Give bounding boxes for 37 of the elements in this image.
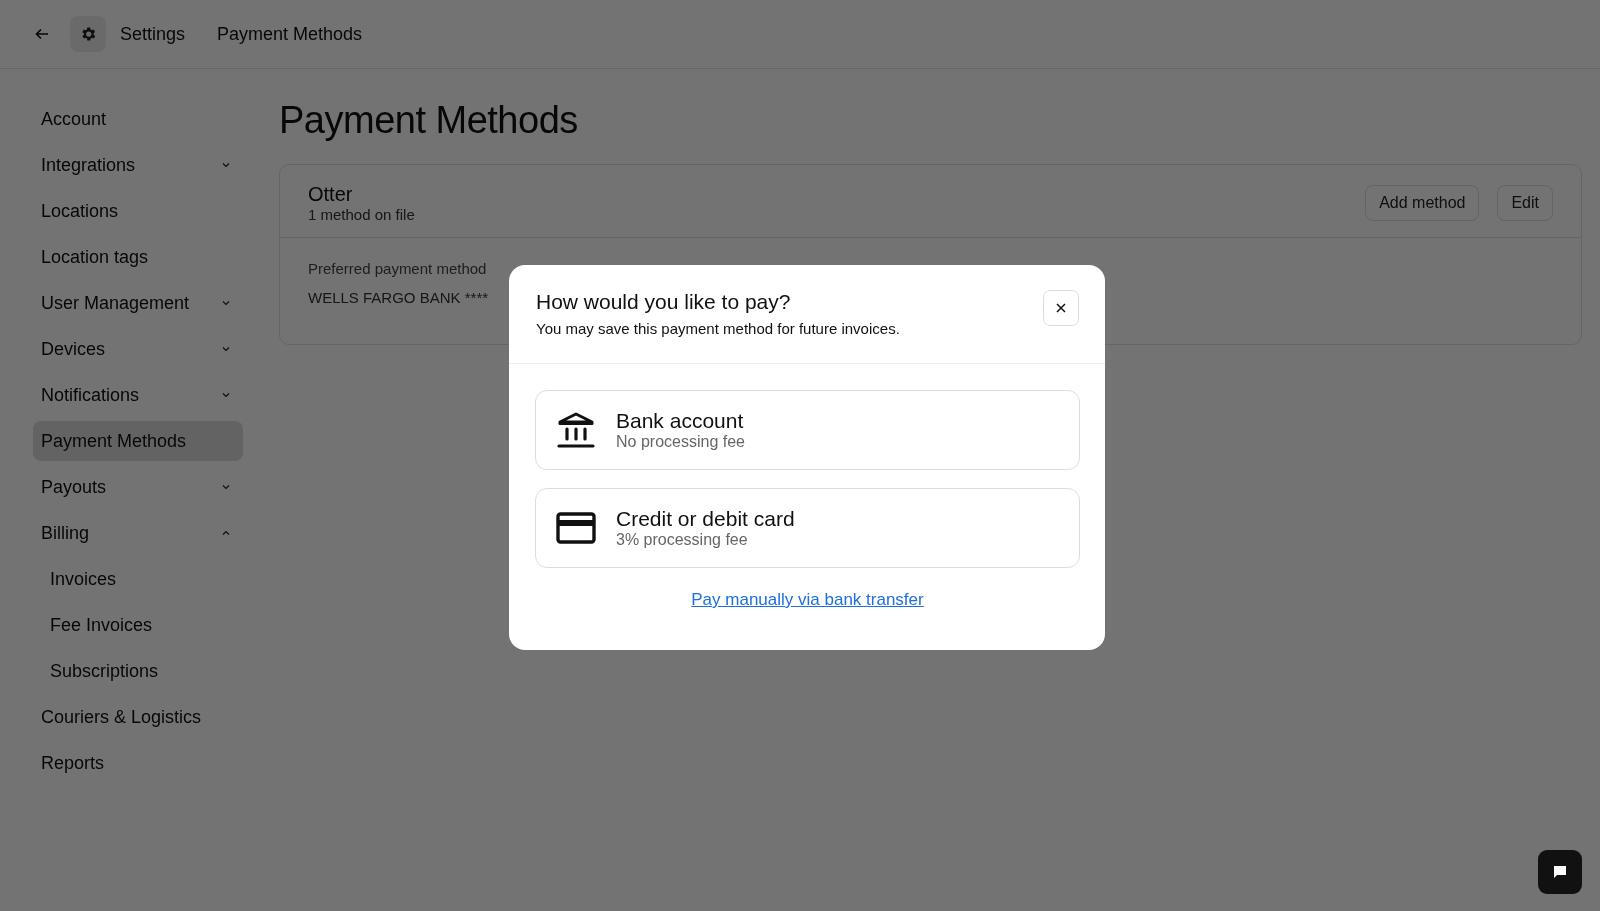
payment-option[interactable]: Bank account No processing fee: [535, 390, 1080, 470]
sidebar-subitem[interactable]: Invoices: [33, 559, 243, 599]
sidebar-item[interactable]: Location tags: [33, 237, 243, 277]
sidebar-item[interactable]: Notifications: [33, 375, 243, 415]
close-button[interactable]: [1043, 290, 1079, 326]
sidebar-item[interactable]: Integrations: [33, 145, 243, 185]
payment-option[interactable]: Credit or debit card 3% processing fee: [535, 488, 1080, 568]
credit-card-icon: [556, 511, 596, 545]
close-icon: [1055, 302, 1067, 314]
sidebar-subitem[interactable]: Fee Invoices: [33, 605, 243, 645]
bank-icon: [556, 411, 596, 449]
sidebar-item[interactable]: Payouts: [33, 467, 243, 507]
sidebar-subitem[interactable]: Subscriptions: [33, 651, 243, 691]
chat-button[interactable]: [1538, 850, 1582, 894]
preferred-value: WELLS FARGO BANK ****: [308, 289, 489, 306]
sidebar-item[interactable]: Devices: [33, 329, 243, 369]
back-arrow-icon: [34, 26, 50, 42]
sidebar-item[interactable]: User Management: [33, 283, 243, 323]
account-name: Otter: [308, 183, 354, 206]
sidebar-item[interactable]: Reports: [33, 743, 243, 783]
breadcrumb[interactable]: Payment Methods: [217, 23, 363, 45]
breadcrumb[interactable]: Settings: [120, 23, 186, 45]
page-title: Payment Methods: [279, 99, 579, 142]
preferred-label: Preferred payment method: [308, 260, 488, 277]
method-count: 1 method on file: [308, 206, 415, 223]
sidebar-item[interactable]: Billing: [33, 513, 243, 553]
dialog-subtitle: You may save this payment method for future invoices.: [536, 320, 900, 337]
card-action-button[interactable]: Add method: [1365, 185, 1480, 221]
dialog-title: How would you like to pay?: [536, 290, 792, 314]
settings-icon: [70, 16, 106, 52]
bank-transfer-link[interactable]: Pay manually via bank transfer: [691, 590, 924, 610]
sidebar-item[interactable]: Payment Methods: [33, 421, 243, 461]
sidebar-item[interactable]: Couriers & Logistics: [33, 697, 243, 737]
sidebar-item[interactable]: Account: [33, 99, 243, 139]
sidebar-item[interactable]: Locations: [33, 191, 243, 231]
card-action-button[interactable]: Edit: [1497, 185, 1553, 221]
chat-icon: [1552, 864, 1568, 880]
